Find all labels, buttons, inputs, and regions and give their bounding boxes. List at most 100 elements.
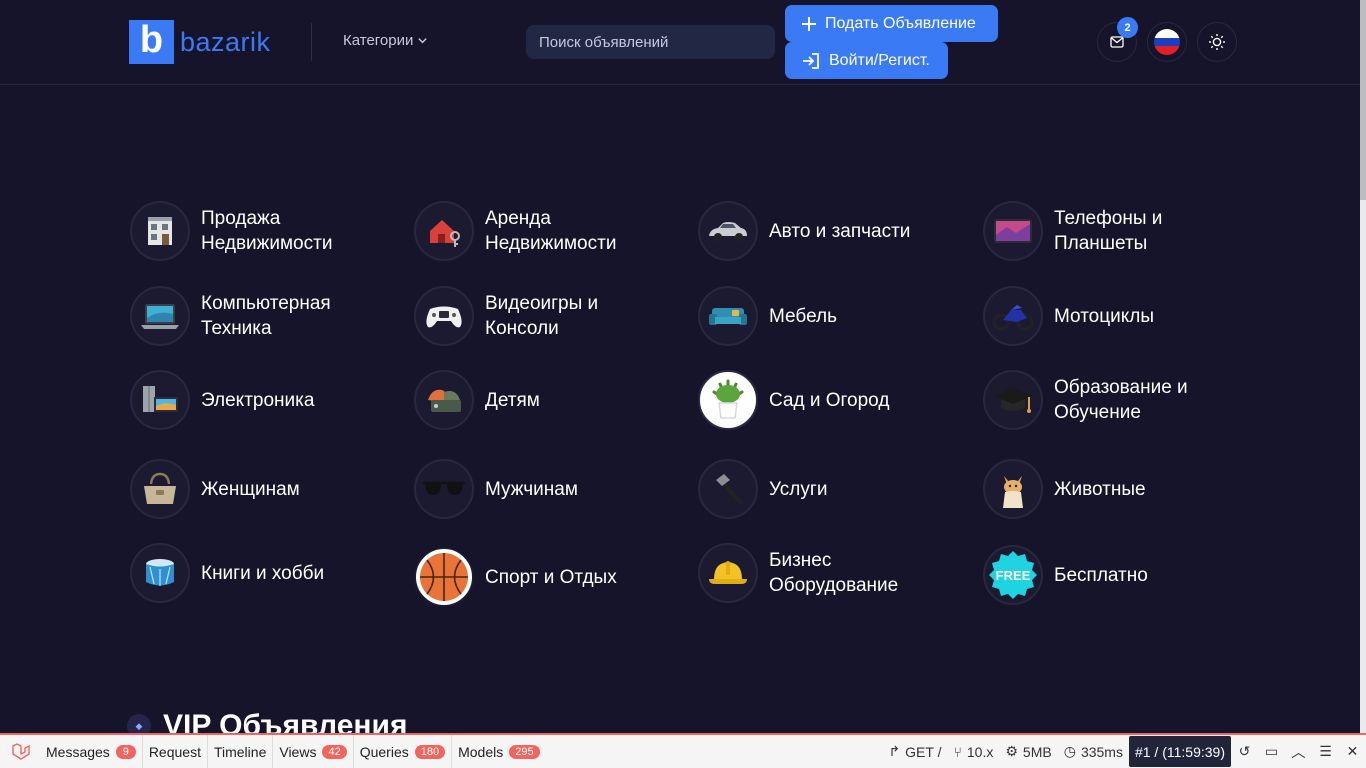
category-label: Услуги	[769, 478, 828, 500]
close-icon[interactable]: ✕	[1339, 735, 1366, 768]
category-label: Детям	[485, 389, 540, 411]
login-button[interactable]: Войти/Регист.	[785, 42, 948, 79]
category-label: Авто и запчасти	[769, 220, 911, 242]
login-icon	[803, 52, 819, 69]
category-item[interactable]: Книги и хобби	[130, 543, 324, 603]
debug-count-badge: 9	[115, 744, 136, 759]
category-item[interactable]: Видеоигры и Консоли	[414, 286, 598, 346]
cat-icon	[983, 459, 1043, 519]
debug-count-badge: 180	[414, 744, 446, 759]
category-label: Животные	[1054, 478, 1146, 500]
debug-tab-queries[interactable]: Queries 180	[354, 735, 453, 768]
debug-tab-views[interactable]: Views 42	[273, 735, 354, 768]
scrollbar-thumb[interactable]	[1360, 0, 1366, 200]
debug-bar: Messages 9 Request Timeline Views 42 Queri…	[0, 733, 1366, 768]
laravel-logo-icon[interactable]	[0, 735, 40, 768]
svg-text:FREE: FREE	[996, 568, 1031, 583]
post-ad-label: Подать Объявление	[825, 14, 976, 32]
category-label: Сад и Огород	[769, 389, 890, 411]
category-item[interactable]: Спорт и Отдых	[414, 547, 617, 607]
laptop-icon	[130, 286, 190, 346]
category-label: Мужчинам	[485, 478, 578, 500]
category-item[interactable]: Мотоциклы	[983, 286, 1154, 346]
category-label: Женщинам	[201, 478, 300, 500]
debug-count-badge: 295	[509, 744, 540, 759]
hard-hat-icon	[698, 543, 758, 603]
chevron-up-icon[interactable]: ︿	[1285, 735, 1312, 768]
category-label: Телефоны и Планшеты	[1054, 208, 1163, 254]
category-item[interactable]: Образование и Обучение	[983, 370, 1188, 430]
search-input[interactable]	[526, 25, 775, 59]
debug-stats: ↱ GET / ⑂ 10.x ⚙ 5MB ◷ 335ms #1 / (11:59:39)…	[882, 735, 1366, 768]
car-icon	[698, 201, 758, 261]
toys-icon	[414, 370, 474, 430]
settings-sliders-icon[interactable]: ☰	[1312, 735, 1339, 768]
language-switcher[interactable]	[1147, 22, 1187, 62]
category-item[interactable]: Женщинам	[130, 459, 300, 519]
category-item[interactable]: Телефоны и Планшеты	[983, 201, 1162, 261]
site-logo[interactable]: b bazarik	[129, 20, 271, 64]
sofa-icon	[698, 286, 758, 346]
page-scrollbar[interactable]	[1360, 0, 1366, 735]
code-branch-icon: ⑂	[953, 743, 962, 760]
header-divider	[311, 23, 312, 61]
category-label: Бесплатно	[1054, 564, 1148, 586]
category-label: Компьютерная Техника	[201, 293, 331, 339]
category-item[interactable]: Продажа Недвижимости	[130, 201, 332, 261]
chevron-down-icon	[418, 38, 428, 44]
category-item[interactable]: FREE Бесплатно	[983, 545, 1148, 605]
building-icon	[130, 201, 190, 261]
category-item[interactable]: Мебель	[698, 286, 837, 346]
debug-tab-messages[interactable]: Messages 9	[40, 735, 143, 768]
category-label: Мебель	[769, 305, 837, 327]
site-header: b bazarik Категории Подать Объявление Во…	[0, 0, 1366, 85]
debug-tab-models[interactable]: Models 295	[452, 735, 546, 768]
drum-icon	[130, 543, 190, 603]
category-label: Аренда Недвижимости	[485, 208, 617, 254]
cogs-icon: ⚙	[1005, 743, 1018, 759]
gamepad-icon	[414, 286, 474, 346]
category-item[interactable]: Авто и запчасти	[698, 201, 910, 261]
categories-dropdown[interactable]: Категории	[343, 32, 428, 49]
categories-label: Категории	[343, 32, 414, 49]
history-icon[interactable]: ↺	[1231, 735, 1258, 768]
logo-text: bazarik	[180, 26, 271, 57]
category-item[interactable]: Аренда Недвижимости	[414, 201, 616, 261]
share-icon: ↱	[888, 743, 901, 759]
debug-tab-timeline[interactable]: Timeline	[208, 735, 274, 768]
post-ad-button[interactable]: Подать Объявление	[785, 5, 998, 42]
free-badge-icon: FREE	[983, 545, 1043, 605]
category-label: Мотоциклы	[1054, 305, 1155, 327]
login-label: Войти/Регист.	[829, 51, 930, 69]
mail-icon	[1110, 36, 1124, 48]
clock-icon: ◷	[1063, 743, 1076, 759]
hammer-icon	[698, 459, 758, 519]
graduation-cap-icon	[983, 370, 1043, 430]
theme-toggle[interactable]	[1197, 22, 1237, 62]
messages-count-badge: 2	[1117, 17, 1138, 38]
debug-method[interactable]: ↱ GET /	[882, 735, 947, 768]
category-item[interactable]: Сад и Огород	[698, 370, 889, 430]
debug-request-selector[interactable]: #1 / (11:59:39)	[1128, 736, 1231, 767]
category-label: Книги и хобби	[201, 562, 325, 584]
tablet-icon	[983, 201, 1043, 261]
category-label: Спорт и Отдых	[485, 566, 617, 588]
house-key-icon	[414, 201, 474, 261]
folder-open-icon[interactable]: ▭	[1258, 735, 1285, 768]
category-label: Видеоигры и Консоли	[485, 293, 599, 339]
logo-mark: b	[129, 20, 174, 64]
debug-count-badge: 42	[322, 744, 347, 759]
debug-tab-request[interactable]: Request	[143, 735, 208, 768]
motorcycle-icon	[983, 286, 1043, 346]
category-item[interactable]: Бизнес Оборудование	[698, 543, 898, 603]
debug-memory: ⚙ 5MB	[1005, 743, 1052, 760]
plant-icon	[698, 370, 758, 430]
category-item[interactable]: Детям	[414, 370, 540, 430]
category-item[interactable]: Услуги	[698, 459, 827, 519]
russia-flag-icon	[1154, 29, 1180, 55]
category-item[interactable]: Мужчинам	[414, 459, 578, 519]
category-item[interactable]: Электроника	[130, 370, 314, 430]
category-item[interactable]: Компьютерная Техника	[130, 286, 331, 346]
category-label: Продажа Недвижимости	[201, 208, 333, 254]
category-item[interactable]: Животные	[983, 459, 1146, 519]
